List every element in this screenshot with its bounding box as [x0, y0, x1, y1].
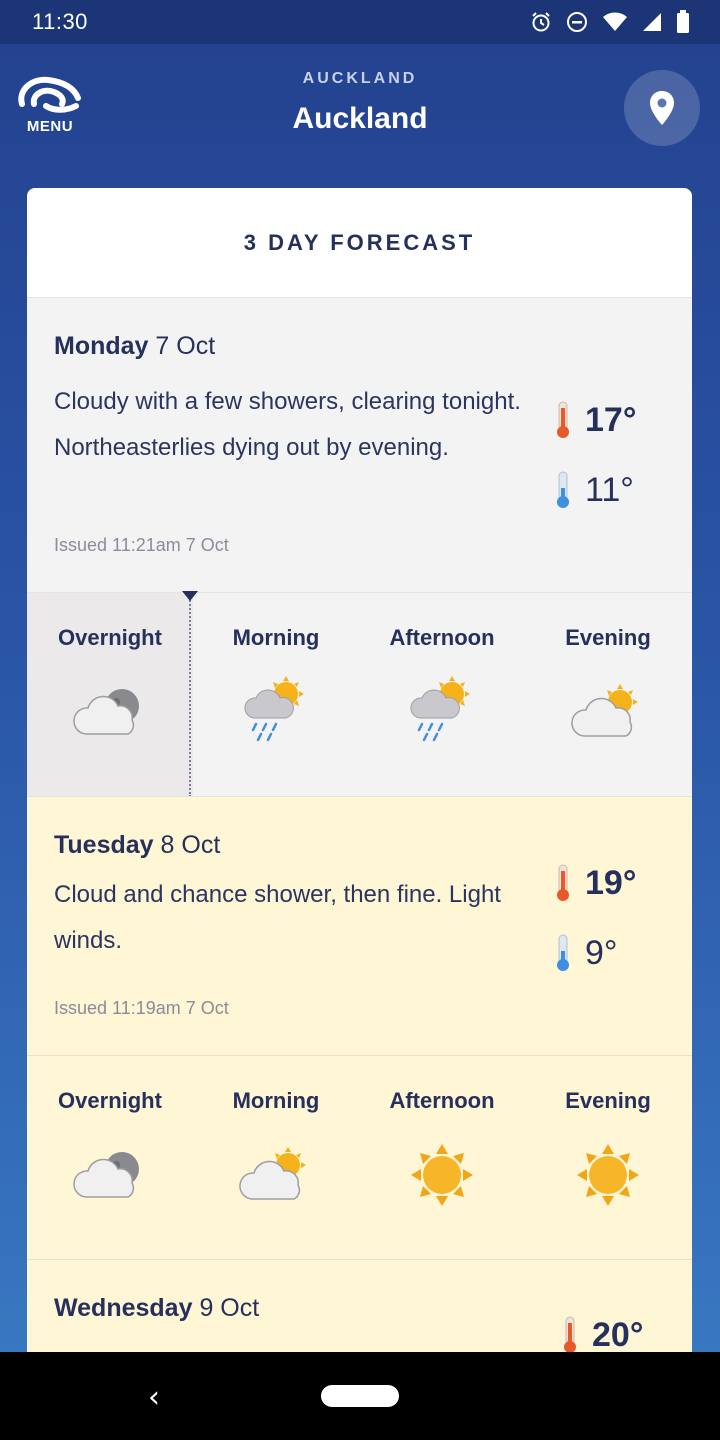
period-overnight[interactable]: Overnight [27, 593, 193, 796]
day-name: Monday [54, 332, 149, 360]
location-button[interactable] [624, 70, 700, 146]
period-label: Evening [565, 1088, 651, 1113]
period-morning[interactable]: Morning [193, 1056, 359, 1259]
forecast-description: Cloudy with a few showers, clearing toni… [54, 388, 521, 461]
temperatures: 20° [562, 1300, 643, 1352]
period-afternoon[interactable]: Afternoon [359, 1056, 525, 1259]
issued-time: Issued 11:21am 7 Oct [54, 535, 229, 555]
wifi-icon [603, 12, 627, 31]
period-strip-tuesday: Overnight Morning Afternoon Evening [27, 1055, 692, 1259]
day-name: Wednesday [54, 1294, 193, 1322]
temp-high: 20° [592, 1315, 644, 1353]
cloud-moon-icon [73, 689, 139, 735]
period-label: Morning [232, 625, 320, 650]
temperatures: 17° 11° [555, 379, 665, 525]
alarm-icon [532, 12, 550, 32]
back-icon[interactable]: ‹ [148, 1380, 160, 1415]
status-time: 11:30 [32, 9, 88, 34]
thermometer-hot-icon [557, 864, 569, 901]
period-label: Afternoon [389, 1088, 495, 1113]
day-forecast-tuesday[interactable]: Tuesday 8 Oct Cloud and chance shower, t… [27, 796, 692, 1055]
period-overnight[interactable]: Overnight [27, 1056, 193, 1259]
page-title: Auckland [292, 102, 428, 135]
day-heading: Monday 7 Oct [54, 298, 665, 361]
period-evening[interactable]: Evening [525, 593, 691, 796]
temp-high: 19° [585, 863, 637, 902]
battery-icon [677, 10, 689, 33]
day-forecast-monday[interactable]: Monday 7 Oct Cloudy with a few showers, … [27, 298, 692, 592]
metservice-logo-icon [18, 76, 81, 113]
period-afternoon[interactable]: Afternoon [359, 593, 525, 796]
cloud-moon-icon [73, 1152, 139, 1198]
system-nav-bar: ‹ [0, 1352, 720, 1440]
menu-button[interactable]: MENU [14, 74, 86, 146]
current-time-line [189, 593, 191, 797]
day-forecast-wednesday[interactable]: Wednesday 9 Oct 20° [27, 1259, 692, 1352]
temperatures: 19° 9° [555, 848, 665, 988]
period-label: Evening [565, 625, 651, 650]
sun-icon [577, 1144, 639, 1206]
period-strip-monday: Overnight Morning Afternoon Evening [27, 591, 692, 797]
signal-icon [643, 13, 661, 31]
forecast-card: 3 DAY FORECAST Monday 7 Oct Cloudy with … [27, 188, 692, 1352]
dnd-icon [567, 12, 587, 32]
day-date: 8 Oct [160, 831, 221, 859]
temp-low: 11° [585, 470, 634, 509]
period-evening[interactable]: Evening [525, 1056, 691, 1259]
issued-time: Issued 11:19am 7 Oct [54, 998, 229, 1018]
period-label: Overnight [58, 625, 162, 650]
header-location: AUCKLAND Auckland [160, 70, 560, 136]
header-region: AUCKLAND [302, 70, 418, 87]
period-label: Afternoon [389, 625, 495, 650]
thermometer-hot-icon [564, 1316, 576, 1352]
location-pin-icon [650, 91, 674, 125]
period-morning[interactable]: Morning [193, 593, 359, 796]
menu-label: MENU [26, 118, 74, 135]
cloud-sun-icon [239, 1147, 306, 1200]
temp-low: 9° [585, 933, 618, 972]
app-header: MENU AUCKLAND Auckland [0, 44, 720, 184]
forecast-description: Cloud and chance shower, then fine. Ligh… [54, 881, 501, 954]
day-date: 9 Oct [199, 1294, 260, 1322]
day-name: Tuesday [54, 831, 154, 859]
sun-cloud-rain-icon [410, 676, 470, 742]
period-label: Morning [232, 1088, 320, 1113]
card-title: 3 DAY FORECAST [27, 188, 692, 298]
sun-icon [411, 1144, 473, 1206]
thermometer-cold-icon [557, 934, 569, 971]
status-bar: 11:30 [0, 0, 720, 44]
cloud-sun-icon [571, 684, 638, 737]
thermometer-hot-icon [557, 401, 569, 438]
status-icons [530, 10, 690, 34]
sun-cloud-rain-icon [244, 676, 304, 742]
period-label: Overnight [58, 1088, 162, 1113]
current-time-marker [182, 591, 198, 601]
home-button[interactable] [321, 1385, 399, 1407]
temp-high: 17° [585, 400, 637, 439]
thermometer-cold-icon [557, 471, 569, 508]
day-date: 7 Oct [155, 332, 216, 360]
